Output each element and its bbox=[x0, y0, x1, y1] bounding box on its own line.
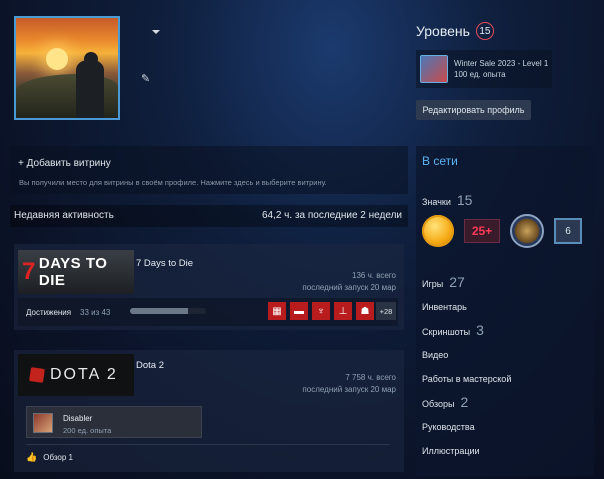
reviews-label: Обзоры bbox=[422, 399, 455, 409]
achievements-bar: Достижения 33 из 43 ▦ ▬ ♆ ⊥ ☗ +28 bbox=[18, 298, 398, 326]
achievements-count: 33 из 43 bbox=[80, 308, 111, 317]
achievements-progress bbox=[130, 308, 206, 314]
review-link[interactable]: 👍 Обзор 1 bbox=[26, 452, 73, 463]
recent-activity-title: Недавняя активность bbox=[14, 210, 114, 221]
badges-count: 15 bbox=[456, 192, 473, 208]
badge-xp: 200 ед. опыта bbox=[63, 426, 112, 435]
game-badge[interactable]: Disabler 200 ед. опыта bbox=[26, 406, 202, 438]
badges-label: Значки bbox=[422, 197, 451, 207]
add-showcase-panel[interactable]: + Добавить витрину Вы получили место для… bbox=[10, 146, 408, 194]
emblem-badge-icon[interactable] bbox=[510, 214, 544, 248]
divider bbox=[26, 444, 390, 445]
edit-profile-button[interactable]: Редактировать профиль bbox=[416, 100, 531, 120]
screenshots-label: Скриншоты bbox=[422, 327, 471, 337]
workshop-link[interactable]: Работы в мастерской bbox=[422, 374, 511, 384]
review-label: Обзор 1 bbox=[43, 453, 73, 462]
reviews-count: 2 bbox=[460, 394, 469, 410]
profile-avatar[interactable] bbox=[14, 16, 120, 120]
games-label: Игры bbox=[422, 279, 444, 289]
figure-icon[interactable]: ☗ bbox=[356, 302, 374, 320]
dota-2-logo[interactable]: DOTA 2 bbox=[18, 354, 134, 396]
level-circle: 15 bbox=[475, 22, 494, 40]
more-achievements-button[interactable]: +28 bbox=[376, 302, 396, 320]
7-days-to-die-logo[interactable]: 7 DAYS TO DIE bbox=[18, 250, 134, 294]
featured-badge-name: Winter Sale 2023 - Level 1 bbox=[454, 59, 549, 68]
level-label: Уровень bbox=[416, 23, 470, 39]
disabler-badge-icon bbox=[33, 413, 53, 433]
games-link[interactable]: Игры 27 bbox=[422, 274, 465, 290]
profile-level: Уровень 15 bbox=[416, 22, 494, 40]
showcase-hint: Вы получили место для витрины в своём пр… bbox=[19, 178, 327, 187]
online-status: В сети bbox=[422, 154, 458, 168]
trophy-icon[interactable]: ♆ bbox=[312, 302, 330, 320]
achievements-label[interactable]: Достижения bbox=[26, 308, 71, 317]
badges-link[interactable]: Значки 15 bbox=[422, 192, 472, 208]
guides-link[interactable]: Руководства bbox=[422, 422, 475, 432]
weights-icon[interactable]: ⊥ bbox=[334, 302, 352, 320]
reviews-link[interactable]: Обзоры 2 bbox=[422, 394, 468, 410]
game-last-played: последний запуск 20 мар bbox=[302, 283, 396, 292]
avatar-figure bbox=[76, 60, 104, 118]
recent-activity-header: Недавняя активность 64,2 ч. за последние… bbox=[10, 205, 408, 227]
artwork-link[interactable]: Иллюстрации bbox=[422, 446, 480, 456]
level-6-badge-icon[interactable]: 6 bbox=[554, 218, 582, 244]
achievements-progress-fill bbox=[130, 308, 189, 314]
thumbs-up-icon: 👍 bbox=[26, 452, 38, 462]
profile-dropdown-chevron-icon[interactable] bbox=[152, 30, 160, 34]
profile-sidebar: В сети Значки 15 25+ 6 Игры 27 Инвентарь… bbox=[416, 146, 594, 476]
dota-logo-icon bbox=[29, 367, 45, 383]
screenshots-count: 3 bbox=[476, 322, 484, 338]
logo-number: 7 bbox=[22, 258, 36, 285]
logo-text: DAYS TO DIE bbox=[38, 255, 108, 289]
gold-coin-badge-icon[interactable] bbox=[422, 215, 454, 247]
grid-icon[interactable]: ▦ bbox=[268, 302, 286, 320]
years-25-badge-icon[interactable]: 25+ bbox=[464, 219, 500, 243]
badge-strip: 25+ 6 bbox=[422, 214, 582, 248]
screenshots-link[interactable]: Скриншоты 3 bbox=[422, 322, 484, 338]
game-last-played: последний запуск 20 мар bbox=[302, 385, 396, 394]
featured-badge-xp: 100 ед. опыта bbox=[454, 70, 506, 79]
game-hours-total: 136 ч. всего bbox=[352, 271, 396, 280]
winter-sale-badge-icon bbox=[420, 55, 448, 83]
game-card-dota-2: DOTA 2 Dota 2 7 758 ч. всего последний з… bbox=[14, 350, 404, 472]
games-count: 27 bbox=[449, 274, 465, 290]
recent-activity-summary: 64,2 ч. за последние 2 недели bbox=[261, 210, 402, 221]
vehicle-icon[interactable]: ▬ bbox=[290, 302, 308, 320]
game-name[interactable]: Dota 2 bbox=[136, 360, 164, 371]
edit-pencil-icon[interactable]: ✎ bbox=[141, 72, 153, 85]
game-card-7-days-to-die: 7 DAYS TO DIE 7 Days to Die 136 ч. всего… bbox=[14, 244, 404, 330]
videos-link[interactable]: Видео bbox=[422, 350, 448, 360]
game-name[interactable]: 7 Days to Die bbox=[136, 258, 193, 269]
featured-badge[interactable]: Winter Sale 2023 - Level 1 100 ед. опыта bbox=[416, 50, 552, 88]
add-showcase-link[interactable]: + Добавить витрину bbox=[18, 158, 111, 169]
avatar-sun bbox=[46, 48, 68, 70]
badge-name: Disabler bbox=[63, 414, 93, 423]
logo-text: DOTA 2 bbox=[50, 366, 118, 383]
game-hours-total: 7 758 ч. всего bbox=[345, 373, 396, 382]
inventory-link[interactable]: Инвентарь bbox=[422, 302, 467, 312]
